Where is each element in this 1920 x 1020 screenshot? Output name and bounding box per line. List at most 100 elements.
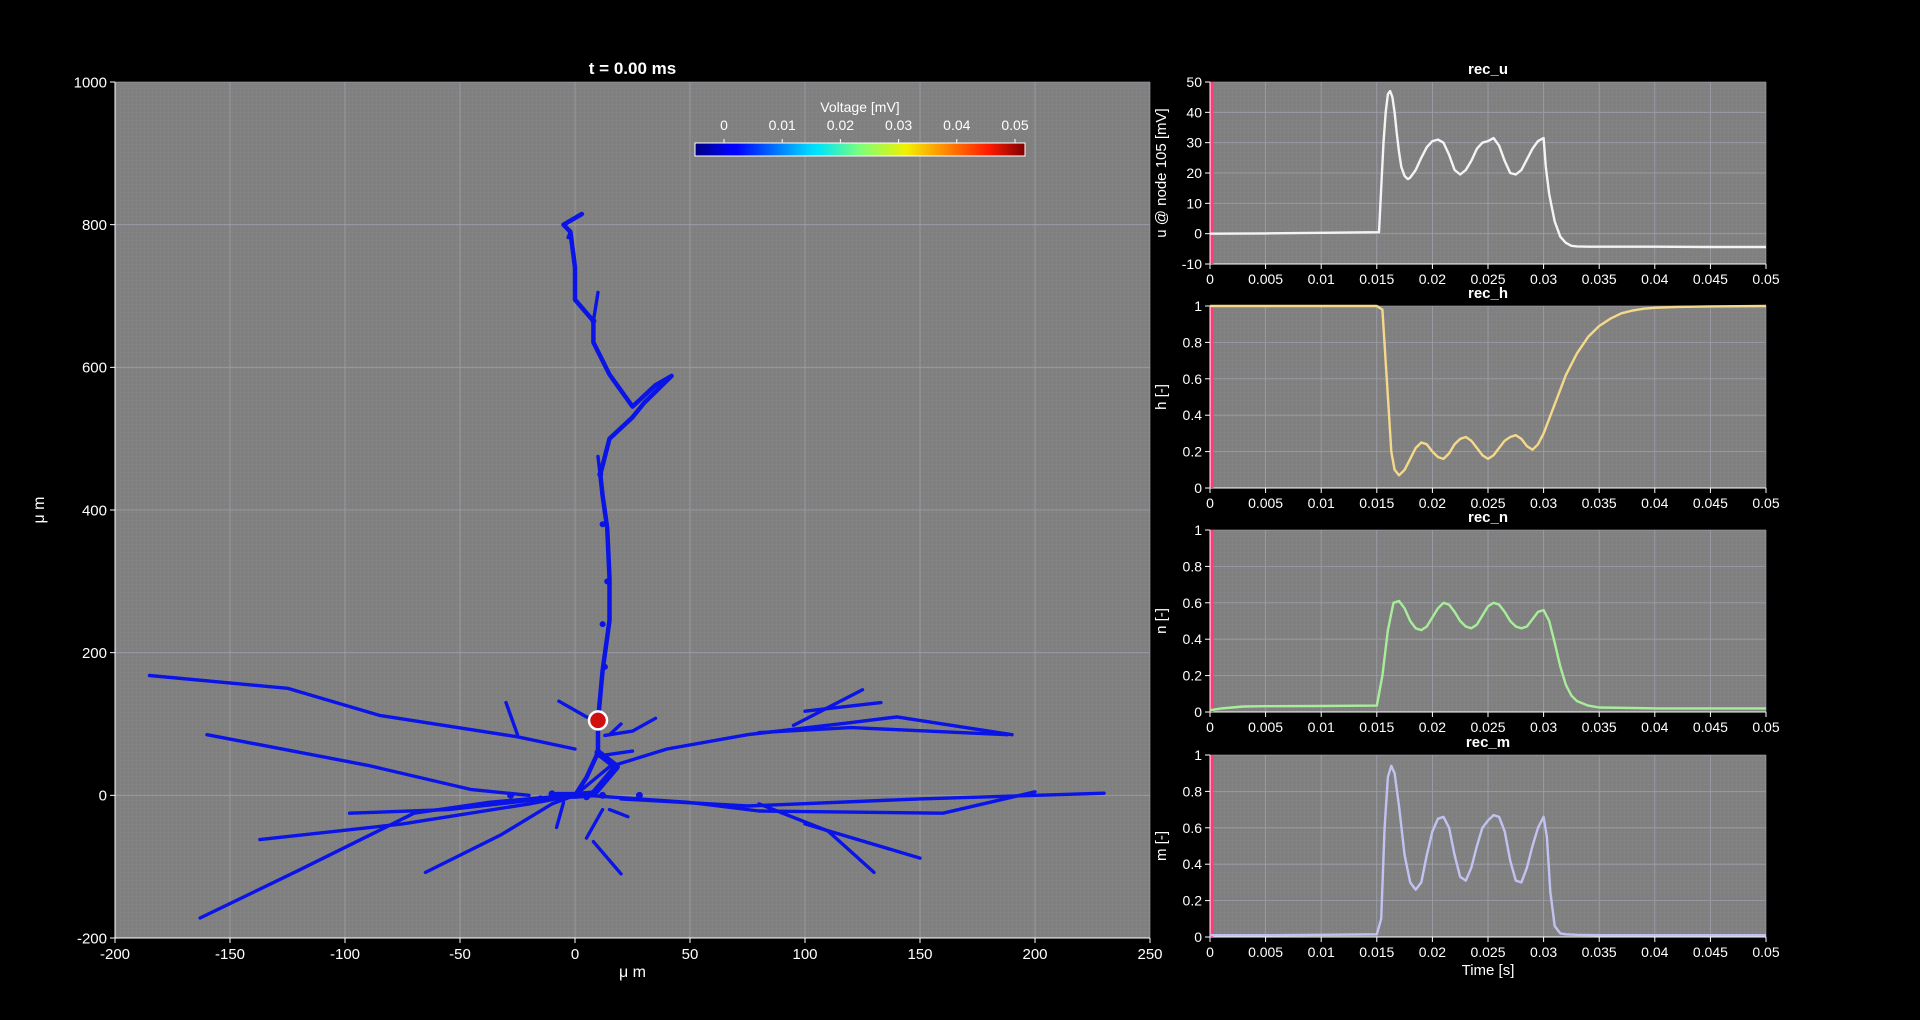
y-tick-label: 40: [1186, 104, 1202, 120]
x-tick-label: 0.02: [1419, 271, 1446, 287]
x-tick-label: 0.045: [1693, 271, 1728, 287]
colorbar-tick-label: 0.05: [1001, 117, 1028, 133]
y-tick-label: 30: [1186, 135, 1202, 151]
y-tick-label: 0.2: [1183, 668, 1203, 684]
y-tick-label: 0.6: [1183, 371, 1203, 387]
y-tick-label: 0: [1194, 480, 1202, 496]
y-axis-label: h [-]: [1153, 384, 1170, 410]
x-tick-label: 0.02: [1419, 495, 1446, 511]
y-tick-label: 0.8: [1183, 558, 1203, 574]
x-tick-label: 0.035: [1582, 495, 1617, 511]
colorbar-tick-label: 0.03: [885, 117, 912, 133]
x-tick-label: -150: [215, 946, 245, 963]
y-tick-label: -10: [1182, 256, 1202, 272]
y-tick-label: 0.2: [1183, 893, 1203, 909]
y-tick-label: 1: [1194, 298, 1202, 314]
y-tick-label: 0.6: [1183, 595, 1203, 611]
morphology-plot: -200 -150 -100 -50 0 50 100 150 200 250 -200 0 200 40…: [31, 59, 1163, 981]
neuron-node: [599, 791, 607, 799]
x-tick-label: 200: [1022, 946, 1047, 963]
y-tick-label: 200: [82, 645, 107, 662]
x-tick-label: 0.03: [1530, 495, 1557, 511]
x-tick-label: 0.01: [1308, 271, 1335, 287]
neuron-node: [597, 471, 604, 478]
neuron-node: [548, 790, 556, 798]
y-tick-label: 400: [82, 502, 107, 519]
y-tick-label: 1: [1194, 522, 1202, 538]
neuron-node: [590, 317, 597, 324]
x-tick-label: 0.05: [1752, 719, 1779, 735]
x-tick-label: 0: [1206, 719, 1214, 735]
y-tick-label: 0.6: [1183, 820, 1203, 836]
chart-rec_h: 0 0.005 0.01 0.015 0.02 0.025 0.03 0.035 0.04 0.0…: [1153, 285, 1780, 511]
x-tick-label: 100: [792, 946, 817, 963]
x-tick-label: 0.015: [1359, 944, 1394, 960]
y-axis-label: n [-]: [1153, 608, 1170, 634]
x-tick-label: 0.04: [1641, 719, 1668, 735]
x-tick-label: 0.02: [1419, 719, 1446, 735]
x-tick-label: 50: [682, 946, 699, 963]
neuron-node: [604, 578, 611, 585]
x-tick-label: 0.015: [1359, 495, 1394, 511]
y-tick-label: 0.4: [1183, 407, 1203, 423]
x-tick-label: 0.05: [1752, 495, 1779, 511]
x-tick-label: 0.02: [1419, 944, 1446, 960]
y-tick-label: 0.2: [1183, 444, 1203, 460]
x-tick-label: 0: [1206, 944, 1214, 960]
neuron-node: [599, 621, 606, 628]
y-tick-label: 0.8: [1183, 334, 1203, 350]
x-tick-label: 0.005: [1248, 944, 1283, 960]
x-tick-label: 250: [1137, 946, 1162, 963]
neuron-node: [583, 793, 590, 801]
y-tick-label: 800: [82, 217, 107, 234]
y-tick-label: -200: [77, 930, 107, 947]
neuron-node: [507, 791, 515, 799]
x-tick-label: 0.005: [1248, 719, 1283, 735]
y-axis-label: m [-]: [1153, 831, 1170, 861]
x-tick-label: 0.03: [1530, 271, 1557, 287]
x-tick-label: 0.04: [1641, 271, 1668, 287]
x-tick-label: 0.04: [1641, 495, 1668, 511]
x-tick-label: 0: [1206, 495, 1214, 511]
x-tick-label: 0.01: [1308, 719, 1335, 735]
chart-title: rec_u: [1468, 61, 1508, 78]
x-tick-label: -200: [100, 946, 130, 963]
x-tick-label: 0.035: [1582, 944, 1617, 960]
chart-title: rec_n: [1468, 509, 1508, 526]
x-tick-label: 0.015: [1359, 271, 1394, 287]
x-tick-label: 0.035: [1582, 271, 1617, 287]
neuron-node: [635, 791, 643, 799]
chart-rec_u: 0 0.005 0.01 0.015 0.02 0.025 0.03 0.035 0.04 0.0…: [1153, 61, 1780, 287]
neuron-node: [537, 795, 544, 803]
x-tick-label: 0.015: [1359, 719, 1394, 735]
figure: -200 -150 -100 -50 0 50 100 150 200 250-200020040…: [31, 59, 1780, 981]
x-tick-label: 0.05: [1752, 944, 1779, 960]
x-tick-label: -50: [449, 946, 471, 963]
x-tick-label: 0.01: [1308, 495, 1335, 511]
y-tick-label: 20: [1186, 165, 1202, 181]
neuron-node: [599, 521, 606, 528]
x-tick-label: 0: [1206, 271, 1214, 287]
y-tick-label: 0.4: [1183, 631, 1203, 647]
recording-site-marker: [587, 710, 609, 731]
neuron-node: [530, 797, 538, 805]
y-tick-label: 0: [1194, 929, 1202, 945]
y-axis-label: u @ node 105 [mV]: [1153, 108, 1170, 237]
chart-title: t = 0.00 ms: [589, 59, 676, 78]
colorbar-label: Voltage [mV]: [820, 99, 899, 115]
y-tick-label: 0: [1194, 226, 1202, 242]
x-tick-label: 0.025: [1470, 719, 1505, 735]
x-tick-label: 150: [907, 946, 932, 963]
y-tick-label: 1: [1194, 747, 1202, 763]
x-tick-label: 0.045: [1693, 944, 1728, 960]
x-tick-label: 0.01: [1308, 944, 1335, 960]
y-tick-label: 0.4: [1183, 856, 1203, 872]
x-tick-label: 0.035: [1582, 719, 1617, 735]
x-tick-label: 0.045: [1693, 495, 1728, 511]
y-tick-label: 0: [99, 788, 107, 805]
chart-morphology: -200 -150 -100 -50 0 50 100 150 200 250 -200 0 200 40…: [31, 59, 1163, 981]
y-tick-label: 0.8: [1183, 783, 1203, 799]
colorbar-gradient: [694, 142, 1026, 157]
x-tick-label: 0.04: [1641, 944, 1668, 960]
y-tick-label: 1000: [74, 74, 107, 91]
